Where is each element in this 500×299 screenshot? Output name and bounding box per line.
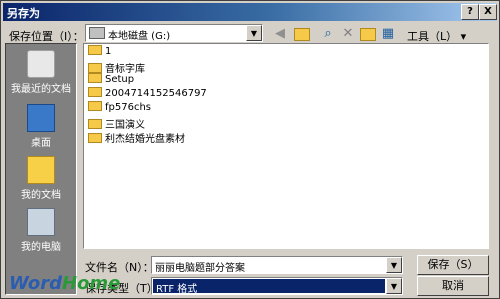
place-desktop[interactable]: 桌面 [6,104,76,149]
desktop-icon [27,104,55,132]
place-my-computer[interactable]: 我的电脑 [6,208,76,253]
filetype-value: RTF 格式 [156,284,198,295]
place-label: 我的文档 [21,190,61,201]
save-button[interactable]: 保存（S） [417,255,489,275]
place-label: 我最近的文档 [11,84,71,95]
filename-input[interactable]: 丽丽电脑题部分答案 ▼ [151,256,403,274]
wordhome-logo: WordHome [9,273,121,294]
chevron-down-icon[interactable]: ▼ [246,25,262,41]
chevron-down-icon[interactable]: ▼ [386,257,402,273]
tools-label: 工具（L） [407,30,458,43]
window-title: 另存为 [7,7,40,20]
up-folder-icon[interactable] [293,25,311,43]
drive-icon [89,27,105,39]
back-icon[interactable]: ◀ [271,25,289,43]
title-bar: 另存为 ? X [3,3,497,21]
save-location-value: 本地磁盘 (G:) [108,31,171,42]
folder-icon [88,87,102,97]
close-button[interactable]: X [479,4,497,20]
folder-icon [88,63,102,73]
filetype-select[interactable]: RTF 格式 ▼ [151,277,403,295]
folder-icon [88,119,102,129]
folder-icon [88,101,102,111]
recent-documents-icon [27,50,55,78]
place-label: 我的电脑 [21,242,61,253]
my-documents-icon [27,156,55,184]
search-web-icon[interactable]: ⌕ [319,25,337,43]
place-my-documents[interactable]: 我的文档 [6,156,76,201]
place-label: 桌面 [31,138,51,149]
folder-icon [88,73,102,83]
tools-menu[interactable]: 工具（L） ▾ [407,28,466,44]
filename-value: 丽丽电脑题部分答案 [155,263,245,274]
save-location-select[interactable]: 本地磁盘 (G:) ▼ [85,24,263,42]
file-list[interactable]: 1 音标字库 Setup 2004714152546797 fp576chs 三… [83,43,489,249]
save-location-label: 保存位置（I）： [9,30,84,43]
delete-icon[interactable]: ✕ [339,25,357,43]
list-item[interactable]: fp576chs [88,101,151,116]
help-button[interactable]: ? [461,4,479,20]
chevron-down-icon[interactable]: ▼ [386,278,402,294]
place-recent-documents[interactable]: 我最近的文档 [6,50,76,95]
list-item[interactable]: 音标字库 [88,60,145,75]
cancel-button[interactable]: 取消 [417,276,489,296]
folder-icon [88,45,102,55]
list-item[interactable]: 1 [88,45,111,60]
list-item[interactable]: 利杰结婚光盘素材 [88,130,185,145]
places-bar: 我最近的文档 桌面 我的文档 我的电脑 [5,43,77,295]
folder-icon [88,133,102,143]
list-item[interactable]: 三国演义 [88,116,145,131]
my-computer-icon [27,208,55,236]
new-folder-icon[interactable] [359,25,377,43]
list-item[interactable]: Setup [88,73,134,88]
save-as-dialog: 另存为 ? X 保存位置（I）： 本地磁盘 (G:) ▼ ◀ ⌕ ✕ ▦ 工具（… [0,0,500,299]
views-icon[interactable]: ▦ [379,25,397,43]
list-item[interactable]: 2004714152546797 [88,87,207,102]
